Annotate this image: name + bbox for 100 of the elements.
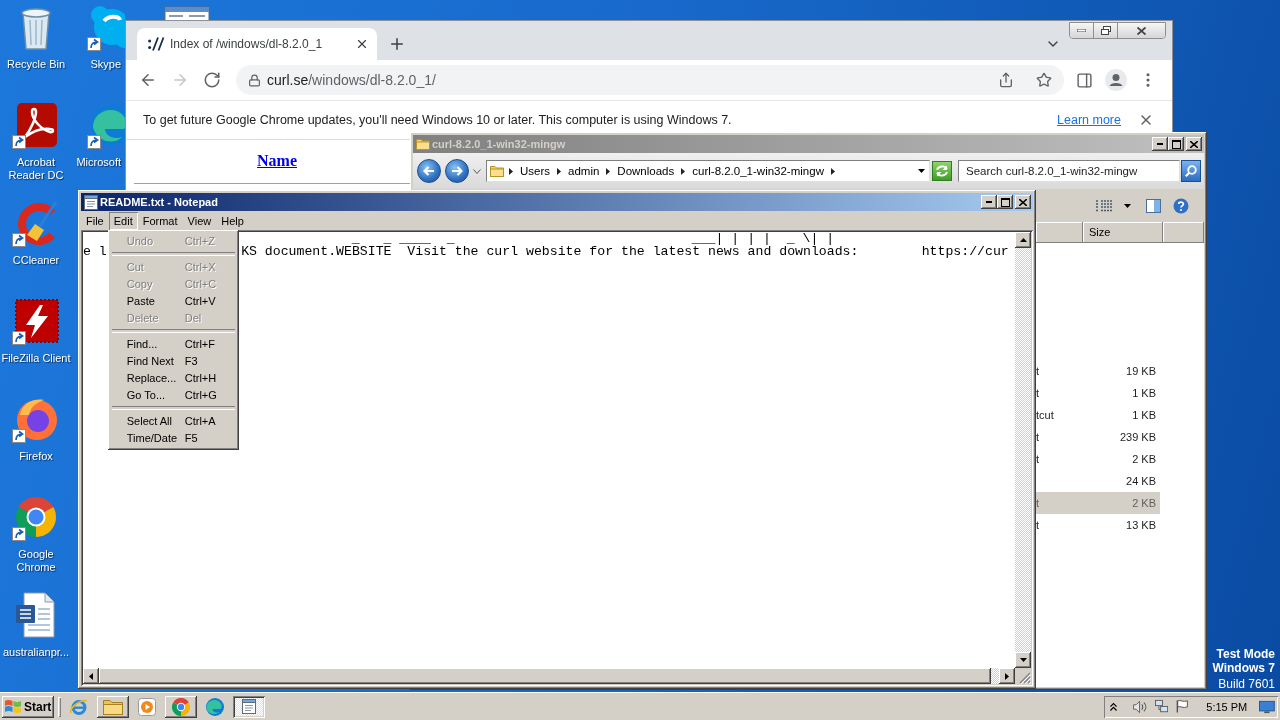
desktop-icon-label[interactable]: Acrobat Reader DC — [0, 156, 72, 182]
scroll-right-button[interactable] — [999, 668, 1015, 684]
file-row[interactable]: t 239 KB — [1036, 426, 1160, 448]
lock-icon[interactable] — [248, 73, 261, 87]
maximize-button[interactable] — [1168, 137, 1184, 151]
side-panel-icon[interactable] — [1075, 71, 1093, 89]
file-row[interactable]: t 1 KB — [1036, 382, 1160, 404]
close-tab-icon[interactable] — [355, 37, 369, 51]
minimize-icon — [1077, 29, 1086, 32]
show-desktop-icon[interactable] — [1259, 699, 1275, 714]
forward-button[interactable] — [445, 159, 469, 183]
help-icon[interactable] — [1173, 197, 1189, 214]
menu-item[interactable]: Format — [137, 211, 183, 230]
breadcrumb-item[interactable]: curl-8.2.0_1-win32-mingw — [690, 162, 826, 180]
speaker-icon[interactable] — [1133, 699, 1147, 714]
breadcrumb-item[interactable]: Users — [518, 162, 553, 180]
start-button[interactable]: Start — [2, 695, 54, 718]
taskbar-button[interactable] — [233, 695, 265, 718]
view-list-icon[interactable] — [1096, 199, 1112, 212]
menu-item[interactable]: File — [81, 211, 109, 230]
file-row[interactable]: tcut 1 KB — [1036, 404, 1160, 426]
chevron-up-icon[interactable] — [1110, 701, 1117, 712]
close-button[interactable] — [1118, 23, 1165, 38]
preview-pane-icon[interactable] — [1146, 198, 1161, 213]
notepad-icon[interactable] — [242, 699, 256, 714]
desktop-icon-label[interactable]: Microsoft — [72, 156, 125, 169]
address-field[interactable]: Users admin Downloads curl-8.2.0_1-win32-mingw — [486, 160, 930, 182]
restore-button[interactable] — [1094, 23, 1118, 38]
refresh-button[interactable] — [932, 161, 952, 181]
column-header[interactable] — [1163, 222, 1204, 243]
name-column-link[interactable]: Name — [257, 151, 297, 170]
taskbar-button[interactable] — [165, 695, 197, 718]
taskbar-button[interactable] — [97, 695, 129, 718]
file-row[interactable]: t 13 KB — [1036, 514, 1160, 536]
menu-item[interactable]: Find Next F3 — [110, 352, 236, 370]
profile-avatar-icon[interactable] — [1105, 69, 1127, 91]
desktop-icon-label[interactable]: Skype — [72, 58, 125, 71]
column-header[interactable] — [1036, 222, 1083, 243]
scroll-up-button[interactable] — [1015, 232, 1031, 248]
clock[interactable]: 5:15 PM — [1206, 700, 1248, 713]
menu-item[interactable]: Find... Ctrl+F — [110, 335, 236, 353]
minimize-button[interactable] — [981, 195, 997, 209]
vertical-scrollbar[interactable] — [1015, 232, 1031, 668]
caret-down-icon[interactable] — [1124, 203, 1131, 208]
file-row[interactable]: 24 KB — [1036, 470, 1160, 492]
system-notice-text: Test Mode — [1216, 647, 1275, 661]
menu-item[interactable]: Time/Date F5 — [110, 429, 236, 447]
minimize-button[interactable] — [1152, 137, 1168, 151]
file-row[interactable]: t 2 KB — [1036, 448, 1160, 470]
desktop-icon-label[interactable]: FileZilla Client — [0, 352, 72, 365]
chevron-right-icon[interactable] — [830, 167, 835, 175]
share-icon[interactable] — [998, 72, 1014, 88]
close-button[interactable] — [1186, 137, 1202, 151]
text-line: ___| | | | _ \| | — [691, 232, 835, 245]
menu-item[interactable]: Paste Ctrl+V — [110, 292, 236, 310]
flag-icon[interactable] — [1176, 699, 1189, 714]
browser-logo-icon[interactable] — [172, 697, 190, 716]
menu-item[interactable]: View — [182, 211, 217, 230]
bookmark-star-icon[interactable] — [1036, 72, 1052, 88]
chevron-right-icon[interactable] — [557, 167, 562, 175]
desktop-icon-label[interactable]: CCleaner — [0, 254, 72, 267]
network-icon[interactable] — [1154, 699, 1169, 714]
address-bar[interactable]: curl.se/windows/dl-8.2.0_1/ — [236, 65, 1064, 95]
scroll-down-button[interactable] — [1015, 652, 1031, 668]
maximize-button[interactable] — [997, 195, 1013, 209]
desktop-icon-label[interactable]: australianpr... — [0, 646, 72, 659]
scroll-left-button[interactable] — [83, 668, 99, 684]
close-icon[interactable] — [1138, 112, 1154, 128]
chevron-right-icon[interactable] — [509, 167, 513, 175]
search-button[interactable] — [1181, 160, 1201, 182]
desktop-icon-label[interactable]: Recycle Bin — [0, 58, 72, 71]
menu-item[interactable]: Edit — [108, 211, 138, 230]
menu-item[interactable]: Help — [216, 211, 249, 230]
text-line: KS document.WEBSITE Visit the curl website for the latest news and downloads: https://cur — [241, 245, 1009, 258]
menu-item[interactable]: Replace... Ctrl+H — [110, 369, 236, 387]
breadcrumb-item[interactable]: admin — [566, 162, 602, 180]
window-icon[interactable] — [163, 6, 211, 20]
close-button[interactable] — [1015, 195, 1031, 209]
menu-item[interactable]: Go To... Ctrl+G — [110, 386, 236, 404]
browser-tab[interactable]: Index of /windows/dl-8.2.0_1 — [137, 28, 377, 60]
chevron-right-icon[interactable] — [606, 167, 611, 175]
restore-icon — [1100, 26, 1111, 35]
desktop-icon-label[interactable]: Firefox — [0, 450, 72, 463]
media-player-icon[interactable] — [138, 697, 156, 716]
resize-grip-icon[interactable] — [1019, 672, 1031, 684]
desktop-icon-label[interactable]: Google Chrome — [0, 548, 72, 574]
menu-item[interactable]: Select All Ctrl+A — [110, 412, 236, 430]
learn-more-link[interactable]: Learn more — [1057, 113, 1121, 127]
wave-logo-icon[interactable] — [206, 697, 224, 716]
column-header[interactable]: Size — [1083, 222, 1163, 243]
file-row[interactable]: t 2 KB — [1036, 492, 1160, 514]
back-button[interactable] — [417, 159, 441, 183]
chevron-right-icon[interactable] — [681, 167, 686, 175]
breadcrumb-item[interactable]: Downloads — [615, 162, 677, 180]
file-row[interactable]: t 19 KB — [1036, 360, 1160, 382]
caret-down-icon[interactable] — [918, 169, 925, 173]
search-field[interactable]: Search curl-8.2.0_1-win32-mingw — [958, 160, 1180, 182]
bolt-tile-icon[interactable] — [12, 297, 60, 345]
reload-icon[interactable] — [203, 71, 221, 89]
search-icon — [1185, 165, 1197, 177]
